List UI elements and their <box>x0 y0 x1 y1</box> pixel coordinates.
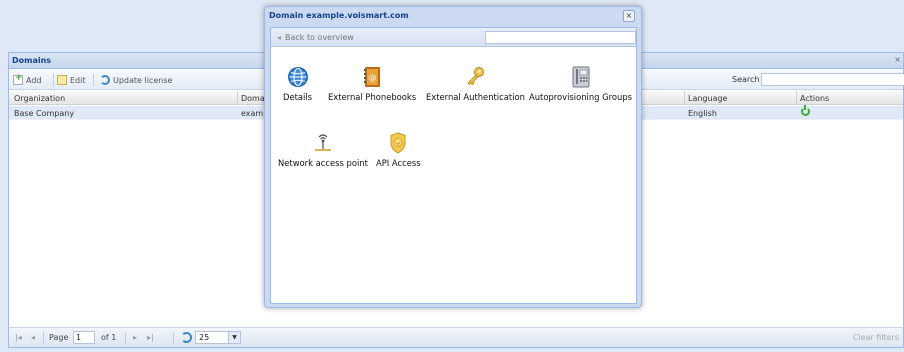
window-toolbar: ◂ Back to overview <box>271 28 636 47</box>
page-size-value: 25 <box>199 333 210 342</box>
tile-external-authentication[interactable]: External Authentication <box>426 66 525 102</box>
tile-network-access-point-label: Network access point <box>278 158 368 168</box>
panel-title: Domains <box>12 56 52 65</box>
first-page-icon[interactable]: |◂ <box>15 333 22 342</box>
edit-button-label: Edit <box>70 75 86 85</box>
cell-language: English <box>688 109 717 118</box>
chevron-down-icon: ▼ <box>228 332 240 343</box>
svg-text:@: @ <box>369 73 377 82</box>
tile-external-authentication-label: External Authentication <box>426 92 525 102</box>
toolbar-separator <box>53 74 54 86</box>
pager-separator <box>43 332 44 344</box>
tile-autoprovisioning-groups[interactable]: Autoprovisioning Groups <box>529 66 632 102</box>
add-button-label: Add <box>26 75 42 85</box>
domain-window: Domain example.voismart.com × ◂ Back to … <box>264 6 642 308</box>
pager-separator <box>125 332 126 344</box>
page-number-input[interactable]: 1 <box>73 331 95 344</box>
search-label: Search <box>732 75 760 84</box>
window-header: Domain example.voismart.com × <box>265 7 641 26</box>
refresh-icon <box>100 75 110 85</box>
update-license-label: Update license <box>113 75 173 85</box>
cell-organization: Base Company <box>14 109 75 118</box>
back-to-overview-label: Back to overview <box>285 33 354 42</box>
tile-external-phonebooks[interactable]: @ External Phonebooks <box>328 66 416 102</box>
antenna-icon <box>314 134 331 151</box>
tile-details[interactable]: Details <box>283 66 312 102</box>
column-organization[interactable]: Organization <box>14 94 65 103</box>
panel-close-icon[interactable]: × <box>894 55 901 64</box>
window-search-input[interactable] <box>485 31 636 44</box>
phonebook-icon: @ <box>364 67 381 87</box>
shield-badge-icon <box>390 132 406 154</box>
tile-external-phonebooks-label: External Phonebooks <box>328 92 417 102</box>
toolbar-separator <box>93 74 94 86</box>
tile-details-label: Details <box>283 92 313 102</box>
tile-api-access[interactable]: API Access <box>376 132 421 168</box>
column-actions[interactable]: Actions <box>800 94 829 103</box>
page-count-label: of 1 <box>101 333 117 342</box>
window-title: Domain example.voismart.com <box>269 11 409 20</box>
close-icon[interactable]: × <box>623 10 635 22</box>
prev-page-icon[interactable]: ◂ <box>31 333 35 342</box>
window-body: ◂ Back to overview Details @ External Ph… <box>270 27 637 304</box>
column-separator <box>796 91 797 105</box>
edit-button[interactable]: Edit <box>57 74 86 86</box>
edit-icon <box>57 75 67 85</box>
pager: |◂ ◂ Page 1 of 1 ▸ ▸| 25 ▼ Clear filters <box>9 327 903 347</box>
update-license-button[interactable]: Update license <box>100 74 172 86</box>
power-icon[interactable] <box>801 105 810 116</box>
tile-autoprovisioning-groups-label: Autoprovisioning Groups <box>529 92 633 102</box>
column-separator <box>684 91 685 105</box>
back-arrow-icon: ◂ <box>277 33 282 42</box>
back-to-overview-button[interactable]: ◂ Back to overview <box>277 33 354 42</box>
globe-icon <box>287 67 308 87</box>
add-button[interactable]: Add <box>13 73 42 86</box>
next-page-icon[interactable]: ▸ <box>133 333 137 342</box>
desk-phone-icon <box>572 66 590 88</box>
pager-separator <box>173 332 174 344</box>
column-separator <box>237 91 238 105</box>
page-size-select[interactable]: 25 ▼ <box>195 331 241 344</box>
tile-network-access-point[interactable]: Network access point <box>278 132 368 168</box>
key-icon <box>467 67 485 86</box>
grid-search-input[interactable] <box>761 73 904 86</box>
last-page-icon[interactable]: ▸| <box>147 333 154 342</box>
column-language[interactable]: Language <box>688 94 727 103</box>
page-label: Page <box>49 333 69 342</box>
refresh-icon[interactable] <box>181 332 192 343</box>
tile-api-access-label: API Access <box>376 158 421 168</box>
add-icon <box>13 73 23 85</box>
clear-filters-button[interactable]: Clear filters <box>853 333 899 342</box>
